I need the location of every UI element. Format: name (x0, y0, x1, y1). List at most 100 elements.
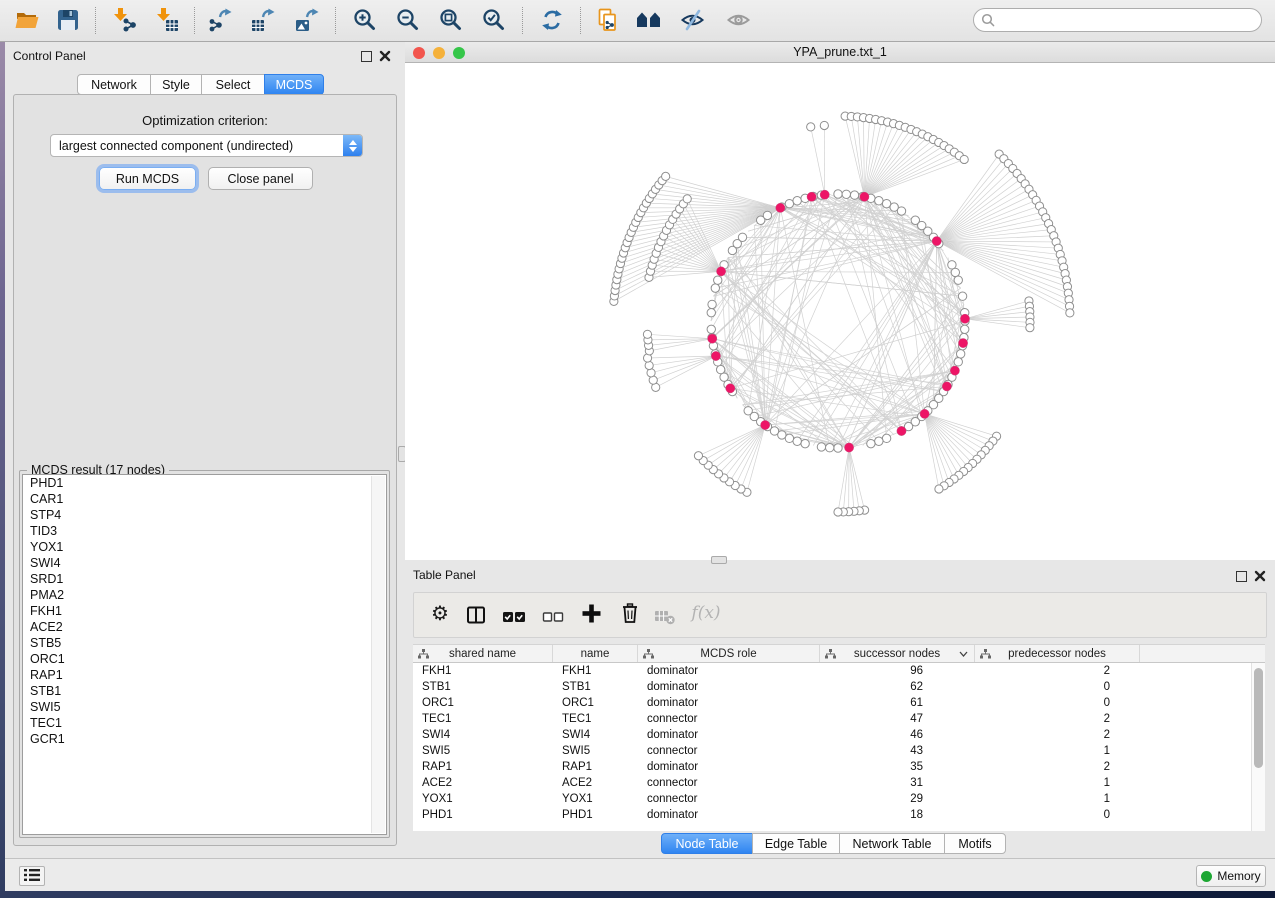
network-node[interactable] (793, 197, 801, 205)
network-node[interactable] (716, 365, 724, 373)
network-node[interactable] (875, 437, 883, 445)
network-node[interactable] (867, 439, 875, 447)
network-canvas[interactable] (405, 63, 1275, 560)
save-button[interactable] (52, 6, 84, 36)
zoom-selected-button[interactable] (478, 6, 510, 36)
network-node[interactable] (707, 325, 715, 333)
mcds-hub-node[interactable] (820, 190, 829, 199)
search-input[interactable] (999, 10, 1261, 30)
result-list-item[interactable]: SWI5 (23, 699, 386, 715)
refresh-button[interactable] (536, 6, 568, 36)
add-button[interactable] (579, 603, 603, 627)
show-columns-button[interactable] (464, 604, 488, 628)
table-row[interactable]: RAP1RAP1dominator352 (413, 759, 1265, 775)
mcds-hub-node[interactable] (726, 384, 735, 393)
destroy-column-button[interactable] (653, 606, 677, 630)
mcds-hub-node[interactable] (932, 236, 941, 245)
mcds-hub-node[interactable] (711, 351, 720, 360)
zoom-in-button[interactable] (349, 6, 381, 36)
column-header-name[interactable]: name (553, 645, 638, 662)
result-list-item[interactable]: FKH1 (23, 603, 386, 619)
result-list-item[interactable]: TEC1 (23, 715, 386, 731)
mcds-hub-node[interactable] (958, 338, 967, 347)
network-node[interactable] (645, 361, 653, 369)
result-scrollbar[interactable] (371, 476, 385, 833)
network-node[interactable] (954, 358, 962, 366)
mcds-hub-node[interactable] (960, 314, 969, 323)
close-panel-icon[interactable] (379, 50, 391, 62)
result-list-item[interactable]: ORC1 (23, 651, 386, 667)
table-row[interactable]: SWI4SWI4dominator462 (413, 727, 1265, 743)
column-header-mcds-role[interactable]: MCDS role (638, 645, 820, 662)
tab-edge-table[interactable]: Edge Table (752, 833, 840, 854)
table-float-icon[interactable] (1236, 571, 1247, 582)
result-list-item[interactable]: STB1 (23, 683, 386, 699)
memory-button[interactable]: Memory (1196, 865, 1266, 887)
network-node[interactable] (662, 172, 670, 180)
result-list-item[interactable]: GCR1 (23, 731, 386, 747)
network-node[interactable] (643, 330, 651, 338)
result-list-item[interactable]: ACE2 (23, 619, 386, 635)
network-node[interactable] (882, 434, 890, 442)
result-list-item[interactable]: SWI4 (23, 555, 386, 571)
network-node[interactable] (960, 155, 968, 163)
mcds-hub-node[interactable] (716, 267, 725, 276)
mcds-hub-node[interactable] (708, 334, 717, 343)
mcds-hub-node[interactable] (950, 366, 959, 375)
network-node[interactable] (714, 276, 722, 284)
network-node[interactable] (825, 444, 833, 452)
network-node[interactable] (785, 199, 793, 207)
show-hidden-button[interactable] (723, 6, 755, 36)
table-row[interactable]: STB1STB1dominator620 (413, 679, 1265, 695)
mcds-hub-node[interactable] (844, 443, 853, 452)
float-panel-icon[interactable] (361, 51, 372, 62)
tab-motifs[interactable]: Motifs (944, 833, 1006, 854)
table-scrollbar-thumb[interactable] (1254, 668, 1263, 768)
network-node[interactable] (834, 444, 842, 452)
table-row[interactable]: ORC1ORC1dominator610 (413, 695, 1265, 711)
network-node[interactable] (954, 276, 962, 284)
table-scrollbar[interactable] (1251, 663, 1265, 831)
clone-network-button[interactable] (592, 6, 624, 36)
column-header-successor-nodes[interactable]: successor nodes (820, 645, 975, 662)
network-node[interactable] (961, 325, 969, 333)
result-list-item[interactable]: STB5 (23, 635, 386, 651)
table-row[interactable]: FKH1FKH1dominator962 (413, 663, 1265, 679)
export-network-button[interactable] (204, 6, 236, 36)
result-list-item[interactable]: PHD1 (23, 475, 386, 491)
network-node[interactable] (935, 485, 943, 493)
mcds-hub-node[interactable] (776, 203, 785, 212)
mcds-hub-node[interactable] (942, 382, 951, 391)
network-node[interactable] (875, 197, 883, 205)
tab-select[interactable]: Select (201, 74, 265, 95)
result-list-item[interactable]: PMA2 (23, 587, 386, 603)
network-node[interactable] (850, 191, 858, 199)
network-node[interactable] (694, 452, 702, 460)
network-node[interactable] (842, 190, 850, 198)
delete-button[interactable] (618, 602, 642, 626)
network-node[interactable] (711, 284, 719, 292)
table-row[interactable]: SWI5SWI5connector431 (413, 743, 1265, 759)
hide-selected-button[interactable] (677, 6, 709, 36)
network-node[interactable] (897, 207, 905, 215)
network-node[interactable] (763, 211, 771, 219)
network-node[interactable] (958, 292, 966, 300)
network-node[interactable] (793, 437, 801, 445)
network-graph[interactable] (405, 63, 1275, 560)
network-node[interactable] (683, 195, 691, 203)
table-row[interactable]: PHD1PHD1dominator180 (413, 807, 1265, 823)
mcds-hub-node[interactable] (920, 409, 929, 418)
network-node[interactable] (956, 350, 964, 358)
mcds-hub-node[interactable] (761, 420, 770, 429)
tab-style[interactable]: Style (150, 74, 202, 95)
horizontal-splitter-grip[interactable] (711, 556, 727, 564)
zoom-fit-button[interactable] (435, 6, 467, 36)
import-table-button[interactable] (151, 6, 183, 36)
result-list-item[interactable]: STP4 (23, 507, 386, 523)
network-node[interactable] (834, 190, 842, 198)
column-header-predecessor-nodes[interactable]: predecessor nodes (975, 645, 1140, 662)
table-close-icon[interactable] (1254, 570, 1266, 582)
result-list-item[interactable]: YOX1 (23, 539, 386, 555)
network-node[interactable] (647, 369, 655, 377)
network-node[interactable] (807, 123, 815, 131)
